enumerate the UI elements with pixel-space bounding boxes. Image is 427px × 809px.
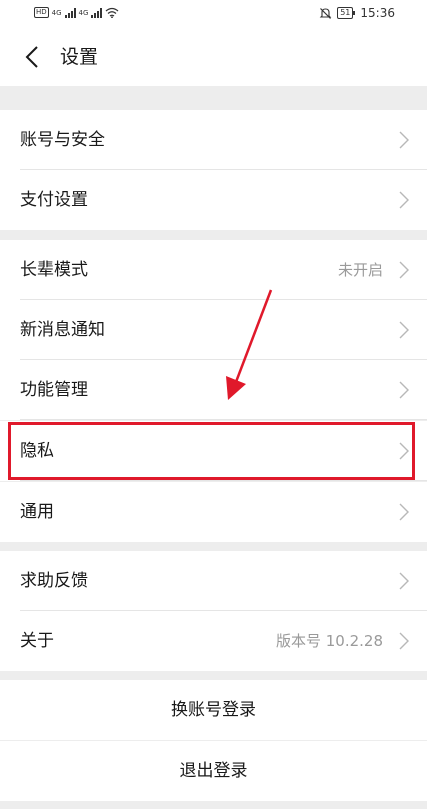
row-label: 长辈模式 [20,260,88,280]
divider [20,419,427,420]
settings-item-about[interactable]: 关于 版本号 10.2.28 [0,611,427,671]
switch-account-label: 换账号登录 [171,700,256,720]
version-value: 版本号 10.2.28 [275,632,383,650]
row-value: 未开启 [337,261,383,279]
row-label: 功能管理 [20,380,88,400]
row-label: 通用 [20,502,54,522]
status-bar: HD 4G 4G 51 15:36 [0,0,427,28]
wifi-icon [106,7,119,18]
battery-icon: 51 [337,7,356,19]
settings-item-general[interactable]: 通用 [0,482,427,542]
settings-item-account-security[interactable]: 账号与安全 [0,110,427,170]
status-left: HD 4G 4G [34,7,119,18]
switch-account-button[interactable]: 换账号登录 [0,680,427,740]
mute-icon [319,7,332,19]
signal-strength-icon [64,7,76,18]
row-label: 求助反馈 [20,571,88,591]
settings-item-notifications[interactable]: 新消息通知 [0,300,427,360]
nav-bar: 设置 [0,28,427,86]
clock: 15:36 [360,6,395,20]
page-title: 设置 [60,46,99,68]
back-icon[interactable] [22,45,44,69]
chevron-right-icon [399,632,409,650]
chevron-right-icon [399,131,409,149]
settings-item-feedback[interactable]: 求助反馈 [0,551,427,611]
row-label: 支付设置 [20,190,88,210]
hd-icon: HD [34,7,49,18]
chevron-right-icon [399,381,409,399]
status-right: 51 15:36 [319,6,395,20]
chevron-right-icon [399,572,409,590]
row-label: 关于 [20,631,54,651]
divider [20,480,427,481]
settings-item-features[interactable]: 功能管理 [0,360,427,420]
signal-label-1: 4G [51,8,62,17]
row-label: 账号与安全 [20,130,105,150]
chevron-right-icon [399,261,409,279]
logout-button[interactable]: 退出登录 [0,741,427,801]
settings-item-elder-mode[interactable]: 长辈模式 未开启 [0,240,427,300]
chevron-right-icon [399,321,409,339]
row-label: 新消息通知 [20,320,105,340]
signal-label-2: 4G [78,8,89,17]
chevron-right-icon [399,191,409,209]
signal-strength-icon-2 [91,7,103,18]
settings-item-payment[interactable]: 支付设置 [0,170,427,230]
logout-label: 退出登录 [179,761,248,781]
chevron-right-icon [399,503,409,521]
highlight-box [8,422,415,480]
